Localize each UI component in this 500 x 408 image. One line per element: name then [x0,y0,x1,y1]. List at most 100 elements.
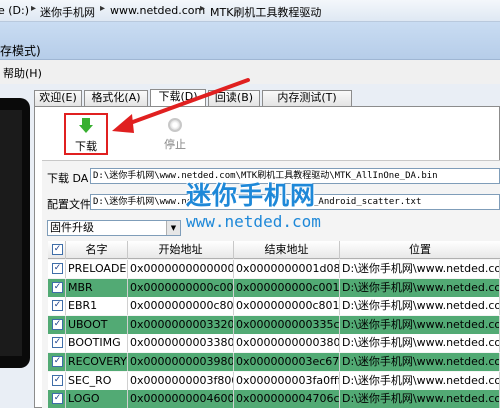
mode-select[interactable]: 固件升级 ▼ [47,220,181,236]
tab-label: 格式化(A) [91,91,141,104]
breadcrumb-item[interactable]: www.netded.com [110,4,205,17]
partition-table: ✓ 名字 开始地址 结束地址 位置 ✓ PRELOADER 0x0000000000… [48,241,500,408]
tab-memory-test[interactable]: 内存测试(T) [262,90,352,106]
cell-location: D:\迷你手机网\www.netded.com\Br [340,315,500,334]
cell-location: D:\迷你手机网\www.netded.com\Br [340,390,500,408]
row-checkbox-cell[interactable]: ✓ [48,353,66,371]
row-checkbox[interactable]: ✓ [52,356,63,367]
cell-location: D:\迷你手机网\www.netded.com\Br [340,260,500,278]
header-end[interactable]: 结束地址 [234,241,340,259]
cell-start: 0x0000000000c00000 [128,278,234,297]
scatter-label: 配置文件 [47,198,91,211]
table-row[interactable]: ✓LOGO0x00000000046000000x000000004706c29… [48,390,500,408]
row-checkbox[interactable]: ✓ [52,374,63,386]
cell-start: 0x0000000003320000 [128,315,234,334]
stop-icon [168,118,182,132]
cell-start: 0x0000000003f80000 [128,371,234,390]
cell-name: UBOOT [66,315,128,334]
tab-download[interactable]: 下载(D) [150,89,206,107]
row-checkbox-cell[interactable]: ✓ [48,315,66,334]
menu-help[interactable]: 帮助(H) [3,65,42,81]
cell-start: 0x0000000003380000 [128,334,234,353]
table-row[interactable]: ✓PRELOADER0x00000000000000000x0000000001… [48,260,500,278]
cell-end: 0x0000000001d08f [234,260,340,278]
chevron-down-icon[interactable]: ▼ [166,221,180,235]
tab-label: 下载(D) [158,90,198,103]
table-row[interactable]: ✓MBR0x0000000000c000000x000000000c001ffD… [48,278,500,297]
watermark-logo-text: 迷你手机网 [186,181,317,210]
cell-location: D:\迷你手机网\www.netded.com\Br [340,278,500,297]
breadcrumb-item[interactable]: MTK刷机工具教程驱动 [210,4,321,20]
cell-location: D:\迷你手机网\www.netded.com\Br [340,371,500,390]
cell-name: PRELOADER [66,260,128,278]
tab-label: 回读(B) [214,91,254,104]
download-button[interactable]: 下载 [64,113,108,155]
breadcrumb-item[interactable]: 迷你手机网 [40,4,95,20]
stop-label: 停止 [164,138,186,151]
cell-end: 0x000000003ec67ff [234,353,340,371]
tab-welcome[interactable]: 欢迎(E) [34,90,82,106]
row-checkbox-cell[interactable]: ✓ [48,260,66,278]
header-checkbox-cell[interactable]: ✓ [48,241,66,259]
row-checkbox[interactable]: ✓ [52,393,63,405]
row-checkbox-cell[interactable]: ✓ [48,371,66,390]
row-checkbox-cell[interactable]: ✓ [48,334,66,353]
chevron-right-icon: ▸ [100,3,106,14]
download-label: 下载 [75,140,97,153]
row-checkbox-cell[interactable]: ✓ [48,297,66,316]
table-row[interactable]: ✓EBR10x0000000000c800000x000000000c801ff… [48,297,500,316]
cell-name: BOOTIMG [66,334,128,353]
select-all-checkbox[interactable]: ✓ [52,244,63,255]
cell-start: 0x0000000003980000 [128,353,234,371]
table-row[interactable]: ✓UBOOT0x00000000033200000x000000000335ce… [48,315,500,334]
tab-label: 欢迎(E) [39,91,77,104]
row-checkbox-cell[interactable]: ✓ [48,390,66,408]
breadcrumb-drive[interactable]: e (D:) [0,4,29,17]
cell-location: D:\迷你手机网\www.netded.com\Br [340,353,500,371]
tab-label: 内存测试(T) [277,91,337,104]
table-row[interactable]: ✓SEC_RO0x0000000003f800000x000000003fa0f… [48,371,500,390]
header-name[interactable]: 名字 [66,241,128,259]
stop-button[interactable]: 停止 [158,116,192,152]
address-breadcrumb: e (D:) ▸ 迷你手机网 ▸ www.netded.com ▸ MTK刷机工… [0,0,500,22]
cell-end: 0x000000000c001ff [234,278,340,297]
cell-name: SEC_RO [66,371,128,390]
row-checkbox[interactable]: ✓ [52,263,63,274]
cell-start: 0x0000000004600000 [128,390,234,408]
table-header: ✓ 名字 开始地址 结束地址 位置 [48,241,500,259]
cell-end: 0x000000000c801ff [234,297,340,316]
cell-location: D:\迷你手机网\www.netded.com\Br [340,334,500,353]
row-checkbox[interactable]: ✓ [52,281,63,293]
scatter-path-tail: _Android_scatter.txt [313,197,422,207]
table-row[interactable]: ✓RECOVERY0x00000000039800000x000000003ec… [48,353,500,371]
chevron-right-icon: ▸ [200,3,206,14]
row-checkbox[interactable]: ✓ [52,337,63,349]
scatter-path-head: D:\迷你手机网\www.ne [93,197,193,207]
cell-name: EBR1 [66,297,128,316]
table-row[interactable]: ✓BOOTIMG0x00000000033800000x000000000038… [48,334,500,353]
cell-start: 0x0000000000000000 [128,260,234,278]
window-title: 存模式) [0,44,41,58]
cell-name: LOGO [66,390,128,408]
tab-readback[interactable]: 回读(B) [208,90,260,106]
da-label: 下载 DA [47,172,89,185]
row-checkbox[interactable]: ✓ [52,300,63,312]
row-checkbox[interactable]: ✓ [52,318,63,330]
menu-bar: 帮助(H) [0,60,500,84]
mode-select-value: 固件升级 [50,221,94,234]
cell-end: 0x000000000038097f [234,334,340,353]
watermark-url: www.netded.com [186,212,321,231]
download-arrow-icon [79,118,93,133]
cell-end: 0x000000003fa0fff [234,371,340,390]
tab-format[interactable]: 格式化(A) [84,90,148,106]
window-title-bar: 存模式) [0,22,500,60]
chevron-right-icon: ▸ [31,3,37,14]
cell-start: 0x0000000000c80000 [128,297,234,316]
row-checkbox-cell[interactable]: ✓ [48,278,66,297]
header-location[interactable]: 位置 [340,241,500,259]
cell-end: 0x000000000335cedb [234,315,340,334]
header-start[interactable]: 开始地址 [128,241,234,259]
cell-location: D:\迷你手机网\www.netded.com\Br [340,297,500,316]
phone-image [0,98,30,368]
cell-end: 0x000000004706c29 [234,390,340,408]
